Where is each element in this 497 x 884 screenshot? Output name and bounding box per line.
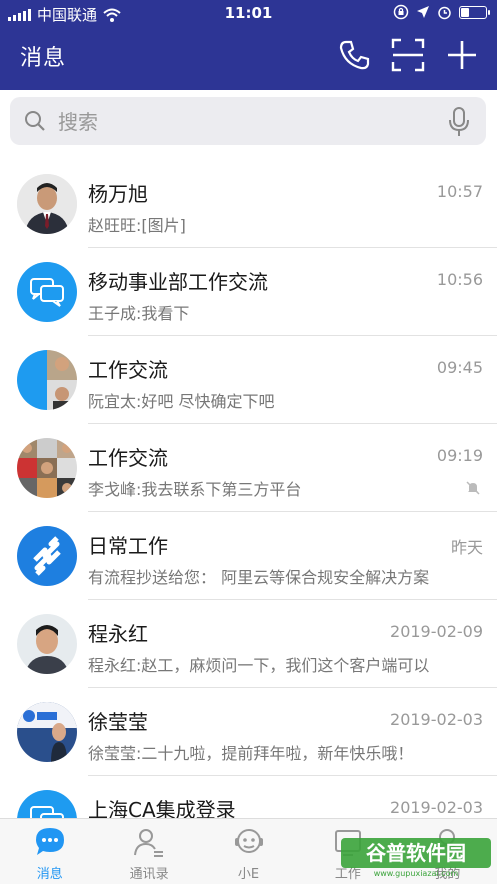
watermark-text: 谷普软件园 (366, 841, 466, 865)
conversation-name: 上海CA集成登录 (88, 798, 236, 818)
avatar (17, 614, 77, 674)
message-icon (35, 828, 64, 855)
mute-bell-icon (466, 481, 480, 495)
watermark-logo: 谷普软件园 www.gupuxiazai.com (341, 838, 491, 878)
tab-label: 消息 (36, 867, 63, 882)
avatar (17, 790, 77, 818)
conversation-time: 09:19 (436, 446, 483, 465)
conversation-name: 程永红 (88, 622, 148, 646)
phone-icon (339, 40, 370, 70)
conversation-row[interactable]: 工作交流 李戈峰:我去联系下第三方平台 09:19 (0, 424, 497, 512)
conversation-name: 移动事业部工作交流 (88, 270, 268, 294)
conversation-name: 工作交流 (88, 358, 168, 382)
tab-label: 小E (237, 867, 260, 882)
conversation-row[interactable]: 杨万旭 赵旺旺:[图片] 10:57 (0, 160, 497, 248)
avatar (17, 262, 77, 322)
status-bar: 中国联通 11:01 (0, 0, 497, 28)
group-avatar (17, 438, 77, 498)
assistant-icon (234, 829, 263, 853)
conversation-preview: 有流程抄送给您： 阿里云等保合规安全解决方案 (88, 568, 430, 587)
conversation-row[interactable]: 程永红 程永红:赵工，麻烦问一下，我们这个客户端可以 2019-02-09 (0, 600, 497, 688)
conversation-row[interactable]: 工作交流 阮宜太:好吧 尽快确定下吧 09:45 (0, 336, 497, 424)
tab-assistant[interactable]: 小E (199, 819, 298, 884)
conversation-list: 杨万旭 赵旺旺:[图片] 10:57 移动事业部工作交流 王子成:我看下 10:… (0, 160, 497, 818)
add-button[interactable] (445, 38, 479, 72)
avatar (17, 438, 77, 498)
chat-bubbles-icon (30, 278, 64, 307)
watermark-url: www.gupuxiazai.com (374, 869, 459, 878)
plus-icon (448, 41, 476, 69)
avatar (17, 702, 77, 762)
conversation-time: 2019-02-03 (390, 710, 483, 729)
contacts-icon (134, 829, 164, 857)
conversation-row[interactable]: 上海CA集成登录 2019-02-03 (0, 776, 497, 818)
tab-contacts[interactable]: 通讯录 (99, 819, 198, 884)
conversation-name: 徐莹莹 (88, 710, 148, 734)
avatar (17, 174, 77, 234)
location-icon (417, 6, 429, 18)
conversation-time: 2019-02-03 (390, 798, 483, 817)
scan-icon (391, 38, 425, 72)
microphone-icon[interactable] (448, 107, 470, 137)
conversation-time: 10:57 (436, 182, 483, 201)
chat-bubbles-icon (30, 806, 64, 818)
tab-messages[interactable]: 消息 (0, 819, 99, 884)
search-area (0, 90, 497, 156)
conversation-time: 2019-02-09 (390, 622, 483, 641)
avatar (17, 526, 77, 586)
conversation-name: 杨万旭 (88, 182, 148, 206)
search-input[interactable] (56, 97, 440, 147)
search-bar[interactable] (10, 97, 486, 147)
conversation-name: 工作交流 (88, 446, 168, 470)
conversation-time: 09:45 (436, 358, 483, 377)
alarm-icon (438, 6, 451, 19)
conversation-preview: 徐莹莹:二十九啦，提前拜年啦，新年快乐哦！ (88, 744, 414, 763)
conversation-name: 日常工作 (88, 534, 168, 558)
conversation-preview: 赵旺旺:[图片] (88, 216, 186, 235)
scan-button[interactable] (391, 38, 425, 72)
avatar (17, 350, 77, 410)
top-bar: 中国联通 11:01 消息 (0, 0, 497, 90)
workflow-icon (33, 536, 61, 576)
phone-button[interactable] (337, 38, 371, 72)
conversation-time: 昨天 (450, 538, 483, 557)
page-title: 消息 (20, 46, 67, 71)
conversation-row[interactable]: 移动事业部工作交流 王子成:我看下 10:56 (0, 248, 497, 336)
conversation-preview: 阮宜太:好吧 尽快确定下吧 (88, 392, 275, 411)
rotation-lock-icon (393, 4, 409, 20)
tab-label: 通讯录 (129, 867, 169, 882)
battery-icon (459, 5, 490, 19)
group-avatar (17, 350, 77, 410)
conversation-preview: 王子成:我看下 (88, 304, 190, 323)
conversation-time: 10:56 (436, 270, 483, 289)
conversation-row[interactable]: 徐莹莹 徐莹莹:二十九啦，提前拜年啦，新年快乐哦！ 2019-02-03 (0, 688, 497, 776)
conversation-row[interactable]: 日常工作 有流程抄送给您： 阿里云等保合规安全解决方案 昨天 (0, 512, 497, 600)
conversation-preview: 李戈峰:我去联系下第三方平台 (88, 480, 302, 499)
search-icon (25, 111, 45, 131)
conversation-preview: 程永红:赵工，麻烦问一下，我们这个客户端可以 (88, 656, 430, 675)
